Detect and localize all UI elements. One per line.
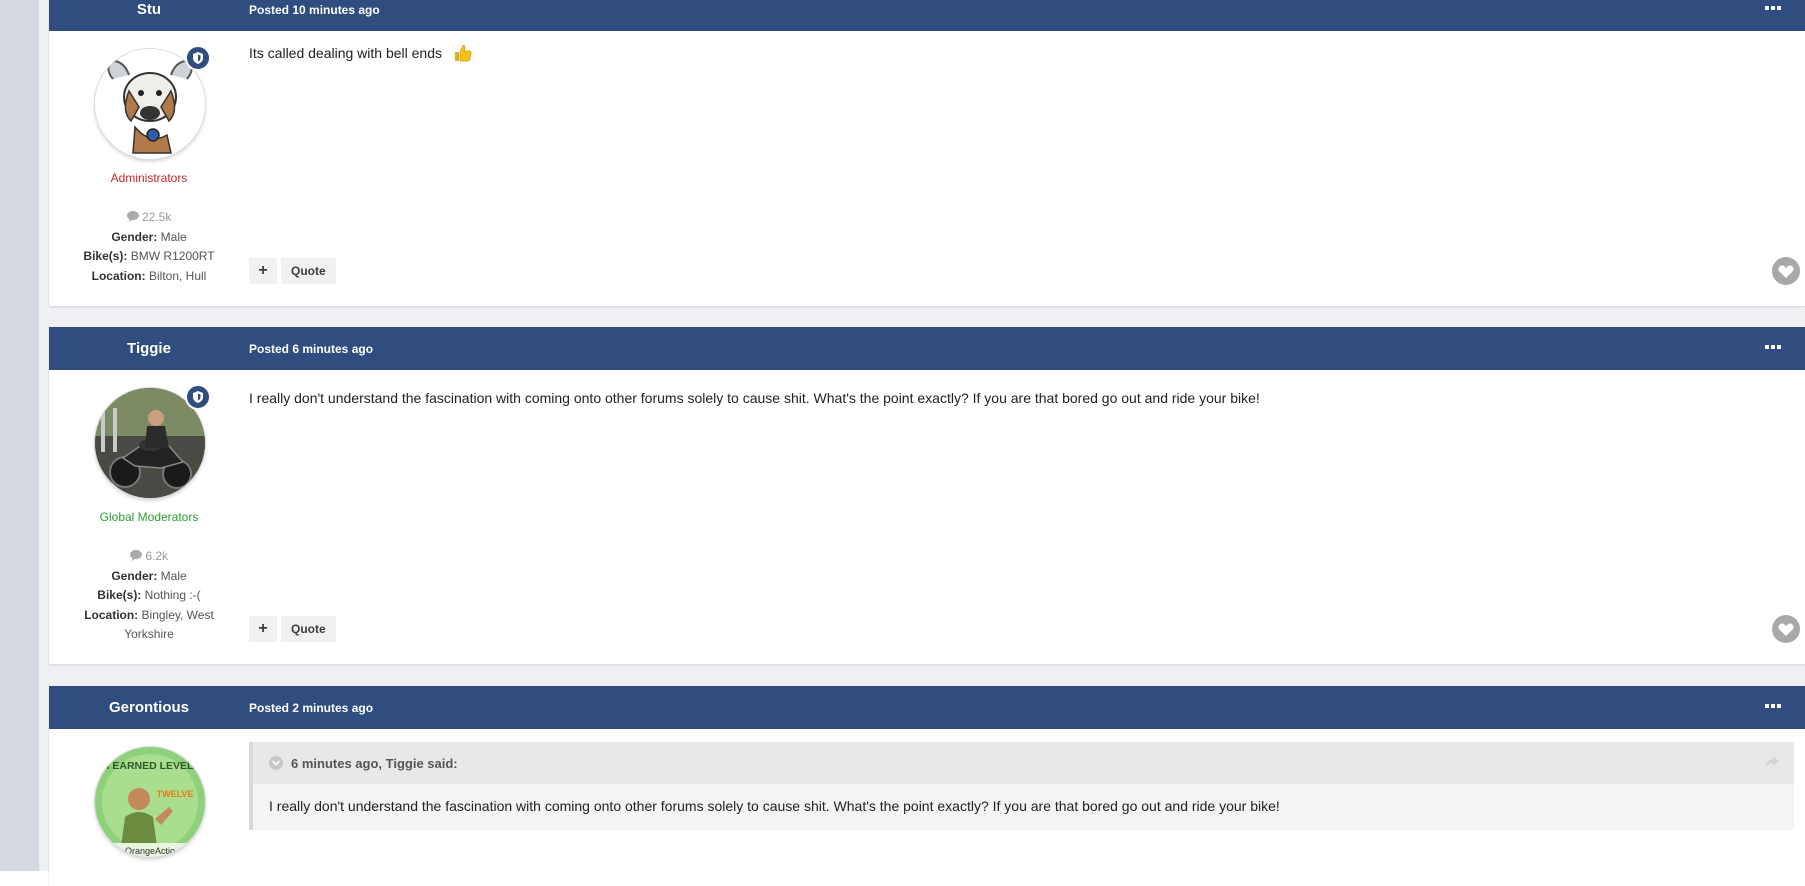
user-group-label: Administrators: [110, 171, 188, 185]
more-options-icon[interactable]: [1765, 704, 1781, 710]
left-gutter: [0, 0, 39, 871]
quote-button[interactable]: Quote: [281, 258, 336, 284]
bike-field: Bike(s): Nothing :-(: [77, 586, 221, 606]
location-field: Location: Bingley, West Yorkshire: [77, 606, 221, 645]
avatar-caption-top: I EARNED LEVEL: [107, 760, 195, 772]
go-to-quoted-post-icon[interactable]: [1764, 755, 1780, 769]
post-count-value: 22.5k: [141, 210, 172, 224]
location-value: Bilton, Hull: [148, 268, 207, 283]
gender-label: Gender:: [111, 568, 158, 583]
post-header: Gerontious Posted 2 minutes ago: [49, 686, 1805, 729]
post-date[interactable]: Posted 6 minutes ago: [249, 327, 373, 370]
author-avatar[interactable]: I EARNED LEVEL TWELVE OrangeActio: [95, 747, 205, 857]
post-author-name[interactable]: Stu: [49, 0, 249, 31]
gender-field: Gender: Male: [77, 228, 221, 248]
moderator-badge-icon: [185, 384, 211, 410]
author-avatar[interactable]: [95, 384, 211, 498]
moderator-badge-icon: [185, 45, 211, 71]
quoted-post: 6 minutes ago, Tiggie said: I really don…: [249, 742, 1794, 830]
collapse-toggle-icon[interactable]: [269, 756, 283, 770]
post-content: I really don't understand the fascinatio…: [249, 390, 1260, 406]
gender-value: Male: [160, 568, 187, 583]
forum-post: Gerontious Posted 2 minutes ago I EARNED…: [49, 686, 1805, 886]
gender-value: Male: [160, 229, 187, 244]
author-avatar[interactable]: [95, 45, 211, 159]
comment-icon: [126, 211, 139, 222]
author-info: 22.5k Gender: Male Bike(s): BMW R1200RT …: [77, 208, 221, 286]
author-info: 6.2k Gender: Male Bike(s): Nothing :-( L…: [77, 547, 221, 645]
avatar-caption-mid: TWELVE: [157, 789, 194, 799]
comment-icon: [129, 550, 142, 561]
location-label: Location:: [91, 268, 146, 283]
quote-content: I really don't understand the fascinatio…: [269, 798, 1280, 814]
gender-label: Gender:: [111, 229, 158, 244]
post-header: Tiggie Posted 6 minutes ago: [49, 327, 1805, 370]
post-text: Its called dealing with bell ends: [249, 45, 443, 61]
post-header: Stu Posted 10 minutes ago: [49, 0, 1805, 31]
quote-citation: 6 minutes ago, Tiggie said:: [253, 742, 1794, 784]
reaction-heart-icon[interactable]: [1771, 256, 1801, 286]
multiquote-add-button[interactable]: +: [249, 258, 277, 284]
topic-feed: Stu Posted 10 minutes ago Administrators…: [39, 0, 1805, 886]
location-label: Location:: [84, 607, 139, 622]
bike-field: Bike(s): BMW R1200RT: [77, 247, 221, 267]
quote-button[interactable]: Quote: [281, 616, 336, 642]
bike-label: Bike(s):: [83, 249, 128, 263]
gender-field: Gender: Male: [77, 567, 221, 587]
location-value: Bingley, West Yorkshire: [124, 607, 214, 642]
post-author-name[interactable]: Gerontious: [49, 686, 249, 729]
bike-value: BMW R1200RT: [130, 249, 215, 263]
location-field: Location: Bilton, Hull: [77, 267, 221, 287]
multiquote-add-button[interactable]: +: [249, 616, 277, 642]
thumbs-up-icon: [454, 45, 472, 62]
post-count: 6.2k: [77, 547, 221, 567]
bike-label: Bike(s):: [97, 588, 142, 602]
user-group-label: Global Moderators: [99, 510, 199, 524]
post-author-name[interactable]: Tiggie: [49, 327, 249, 370]
forum-post: Stu Posted 10 minutes ago Administrators…: [49, 0, 1805, 306]
more-options-icon[interactable]: [1765, 6, 1781, 12]
post-date[interactable]: Posted 2 minutes ago: [249, 686, 373, 729]
avatar-caption-bottom: OrangeActio: [125, 846, 175, 856]
bike-value: Nothing :-(: [144, 588, 201, 602]
quote-citation-text[interactable]: 6 minutes ago, Tiggie said:: [291, 756, 458, 771]
post-text: I really don't understand the fascinatio…: [249, 390, 1260, 406]
avatar: I EARNED LEVEL TWELVE OrangeActio: [95, 747, 205, 857]
post-date[interactable]: Posted 10 minutes ago: [249, 0, 380, 31]
reaction-heart-icon[interactable]: [1771, 614, 1801, 644]
post-controls: + Quote: [249, 616, 336, 642]
more-options-icon[interactable]: [1765, 345, 1781, 351]
post-count: 22.5k: [77, 208, 221, 228]
post-content: Its called dealing with bell ends: [249, 44, 472, 62]
post-controls: + Quote: [249, 258, 336, 284]
post-count-value: 6.2k: [145, 549, 169, 563]
forum-post: Tiggie Posted 6 minutes ago Global Moder…: [49, 327, 1805, 664]
